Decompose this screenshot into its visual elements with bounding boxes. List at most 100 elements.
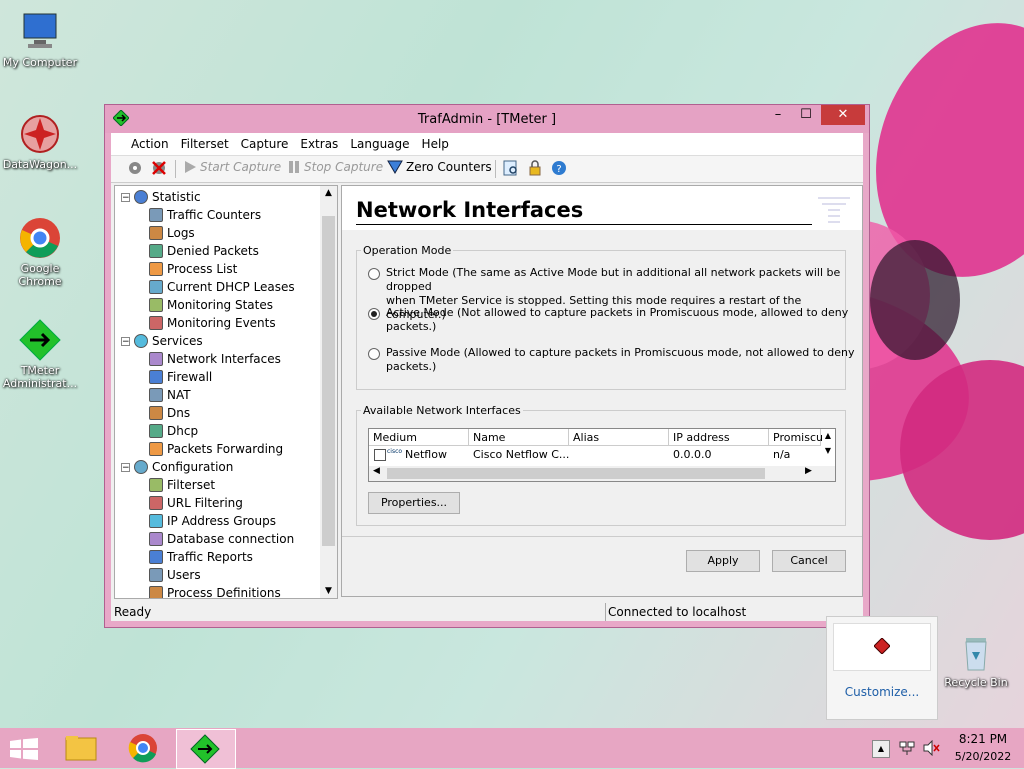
radio-dot-selected[interactable]: [368, 308, 380, 320]
lock-icon[interactable]: [527, 160, 543, 176]
tree-item[interactable]: − Statistic: [121, 188, 201, 206]
menu-extras[interactable]: Extras: [294, 133, 344, 151]
title-bar[interactable]: TrafAdmin - [TMeter ] – ☐ ✕: [105, 105, 869, 133]
menu-help[interactable]: Help: [416, 133, 455, 151]
scroll-thumb[interactable]: [322, 216, 335, 546]
passive-mode-label-2: packets.): [386, 360, 437, 373]
column-header-medium[interactable]: Medium: [369, 429, 469, 446]
tree-item[interactable]: − Configuration: [121, 458, 233, 476]
scroll-up-icon[interactable]: ▲: [821, 431, 835, 440]
desktop-icon-my-computer[interactable]: My Computer: [0, 10, 80, 69]
tree-collapse-icon[interactable]: −: [121, 192, 130, 202]
tree-node-icon: [149, 298, 163, 312]
tree-item[interactable]: Denied Packets: [149, 242, 259, 260]
customize-link[interactable]: Customize...: [827, 685, 937, 699]
properties-button[interactable]: Properties...: [368, 492, 460, 514]
tree-item[interactable]: Packets Forwarding: [149, 440, 283, 458]
stop-capture-button[interactable]: Stop Capture: [287, 160, 383, 174]
status-ready: Ready: [114, 605, 152, 619]
tree-item[interactable]: NAT: [149, 386, 191, 404]
desktop-icon-datawagon[interactable]: DataWagon...: [0, 112, 80, 171]
help-icon[interactable]: ?: [551, 160, 567, 176]
tree-item[interactable]: Monitoring Events: [149, 314, 276, 332]
radio-dot[interactable]: [368, 348, 380, 360]
column-header-alias[interactable]: Alias: [569, 429, 669, 446]
tree-node-icon: [149, 262, 163, 276]
desktop-icon-chrome[interactable]: Google Chrome: [0, 216, 80, 288]
tree-node-icon: [149, 424, 163, 438]
apply-button[interactable]: Apply: [686, 550, 760, 572]
list-hscroll[interactable]: ◀ ▶: [369, 466, 835, 481]
hscroll-thumb[interactable]: [387, 468, 765, 479]
tree-item[interactable]: − Services: [121, 332, 203, 350]
window-title: TrafAdmin - [TMeter ]: [417, 112, 557, 127]
menu-language[interactable]: Language: [344, 133, 415, 151]
tree-item[interactable]: Firewall: [149, 368, 212, 386]
tray-overflow-popup: Customize...: [826, 616, 938, 720]
tree-scrollbar[interactable]: ▲ ▼: [320, 186, 337, 598]
maximize-button[interactable]: ☐: [791, 105, 821, 125]
menu-action[interactable]: Action: [125, 133, 175, 151]
column-header-promiscuous[interactable]: Promiscu: [769, 429, 823, 446]
scroll-down-icon[interactable]: ▼: [320, 586, 337, 596]
table-row[interactable]: cisco Netflow Cisco Netflow C... 0.0.0.0…: [369, 446, 821, 464]
scroll-left-icon[interactable]: ◀: [373, 466, 380, 476]
start-capture-button[interactable]: Start Capture: [183, 160, 281, 174]
tree-item[interactable]: Logs: [149, 224, 195, 242]
clock-date[interactable]: 5/20/2022: [950, 750, 1016, 763]
list-vscroll[interactable]: ▲ ▼: [821, 429, 835, 465]
row-checkbox[interactable]: [374, 449, 386, 461]
tree-item[interactable]: Traffic Reports: [149, 548, 253, 566]
tree-collapse-icon[interactable]: −: [121, 336, 130, 346]
desktop-icon-recycle-bin[interactable]: Recycle Bin: [936, 630, 1016, 689]
minimize-button[interactable]: –: [763, 105, 793, 125]
tree-item[interactable]: Process Definitions: [149, 584, 281, 598]
tree-item[interactable]: Monitoring States: [149, 296, 273, 314]
tree-item-label: Filterset: [167, 478, 216, 492]
tree-item[interactable]: Current DHCP Leases: [149, 278, 295, 296]
navigation-tree: ▲ ▼ − Statistic Traffic Counters Logs Denied…: [114, 185, 338, 599]
radio-dot[interactable]: [368, 268, 380, 280]
tree-item[interactable]: Database connection: [149, 530, 294, 548]
tree-item[interactable]: Process List: [149, 260, 237, 278]
tray-icon-slot[interactable]: [833, 623, 931, 671]
search-icon[interactable]: [503, 160, 519, 176]
zero-counters-button[interactable]: Zero Counters: [387, 160, 492, 174]
column-header-ip[interactable]: IP address: [669, 429, 769, 446]
tree-node-icon: [149, 280, 163, 294]
radio-active-mode[interactable]: Active Mode (Not allowed to capture pack…: [368, 306, 862, 334]
taskbar-tmeter[interactable]: [176, 729, 236, 769]
taskbar-file-explorer[interactable]: [58, 730, 104, 766]
desktop-icon-tmeter[interactable]: TMeter Administrat...: [0, 318, 80, 390]
tmeter-icon: [18, 318, 62, 362]
close-button[interactable]: ✕: [821, 105, 865, 125]
radio-passive-mode[interactable]: Passive Mode (Allowed to capture packets…: [368, 346, 854, 374]
tree-collapse-icon[interactable]: −: [121, 462, 130, 472]
interfaces-list[interactable]: Medium Name Alias IP address Promiscu ▲ ▼…: [368, 428, 836, 482]
tree-item[interactable]: URL Filtering: [149, 494, 243, 512]
tree-item[interactable]: Traffic Counters: [149, 206, 261, 224]
tree-item[interactable]: Users: [149, 566, 201, 584]
tree-item[interactable]: IP Address Groups: [149, 512, 276, 530]
volume-muted-icon[interactable]: [922, 739, 940, 759]
start-button[interactable]: [10, 738, 38, 763]
tree-item[interactable]: Dns: [149, 404, 190, 422]
network-icon[interactable]: [898, 740, 916, 759]
tree-item[interactable]: Dhcp: [149, 422, 198, 440]
taskbar-chrome[interactable]: [120, 730, 166, 766]
settings-gear-icon[interactable]: [127, 160, 143, 176]
clock-time[interactable]: 8:21 PM: [950, 732, 1016, 746]
menu-capture[interactable]: Capture: [235, 133, 295, 151]
scroll-down-icon[interactable]: ▼: [821, 446, 835, 455]
scroll-up-icon[interactable]: ▲: [320, 188, 337, 198]
column-header-name[interactable]: Name: [469, 429, 569, 446]
tree-item-label: Logs: [167, 226, 195, 240]
tree-item[interactable]: Network Interfaces: [149, 350, 281, 368]
show-hidden-icons-button[interactable]: ▲: [872, 740, 890, 758]
cancel-button[interactable]: Cancel: [772, 550, 846, 572]
stop-service-icon[interactable]: [151, 160, 167, 176]
menu-filterset[interactable]: Filterset: [175, 133, 235, 151]
tray-app-icon[interactable]: [874, 638, 890, 654]
tree-item[interactable]: Filterset: [149, 476, 215, 494]
scroll-right-icon[interactable]: ▶: [805, 466, 812, 476]
